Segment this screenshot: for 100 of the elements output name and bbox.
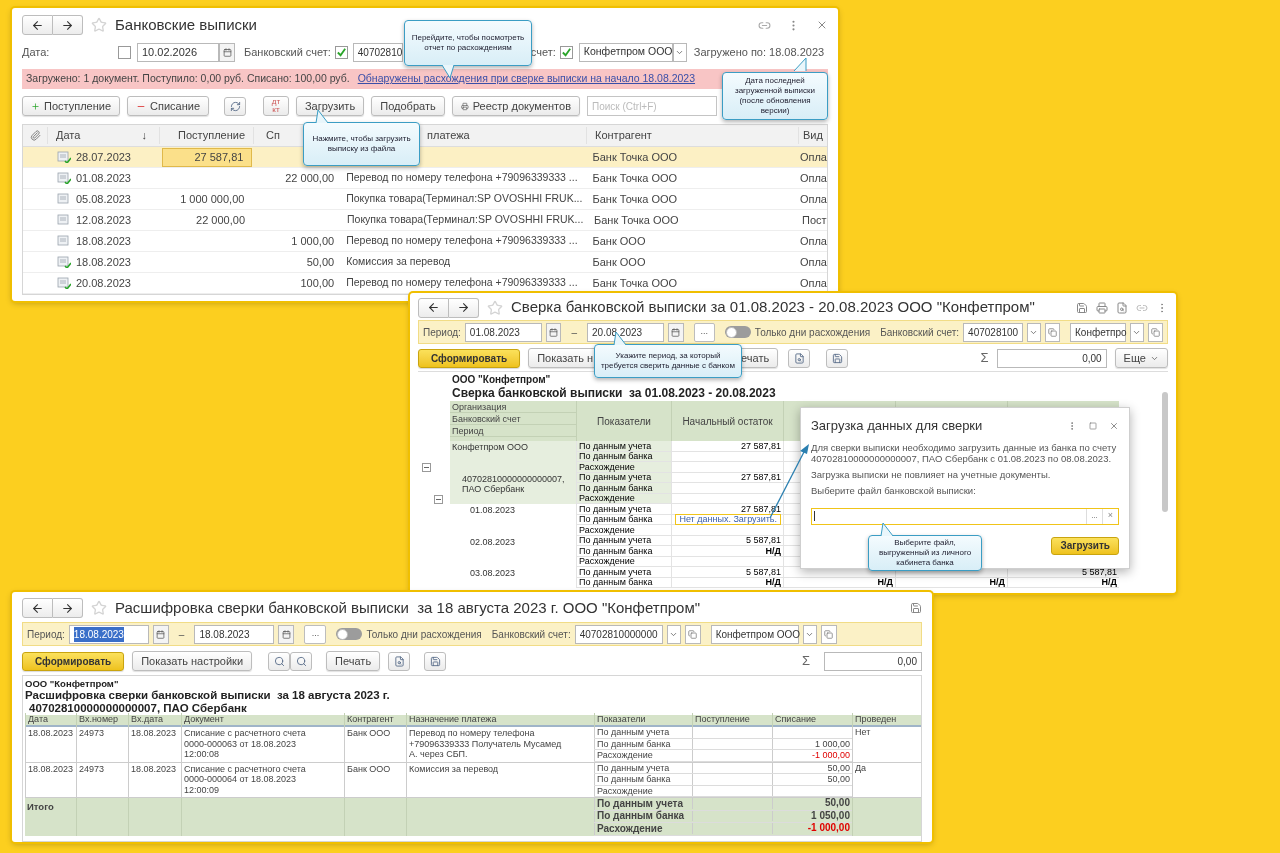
arrow-left-icon	[427, 301, 440, 314]
debit-credit-button[interactable]: дт кт	[263, 96, 289, 116]
indicator-label: По данным учета	[579, 472, 652, 483]
print-button[interactable]: Печать	[326, 651, 381, 671]
date-field[interactable]: 18.08.2023	[194, 624, 275, 644]
sort-indicator: ↓	[141, 128, 147, 144]
generate-button[interactable]: Сформировать	[418, 348, 521, 368]
close-icon[interactable]	[816, 19, 828, 31]
preview-icon[interactable]	[1116, 301, 1128, 314]
dropdown-button[interactable]	[666, 624, 681, 644]
calendar-button[interactable]	[278, 624, 295, 644]
save-icon[interactable]	[910, 602, 922, 614]
date-label: Дата:	[22, 44, 51, 60]
more-button[interactable]: ...	[304, 624, 327, 644]
load-data-link[interactable]: Нет данных. Загрузить.	[675, 513, 781, 525]
browse-button[interactable]: ...	[1086, 508, 1102, 524]
column-header: Списание	[772, 713, 852, 727]
open-button[interactable]	[1044, 322, 1061, 342]
column-header[interactable]: платежа	[427, 129, 470, 142]
file-field[interactable]: ... ×	[811, 507, 1119, 525]
forward-button[interactable]	[53, 15, 83, 35]
tree-toggle[interactable]	[434, 494, 443, 504]
date-field[interactable]: 20.08.2023	[587, 322, 665, 342]
dialog-note: Загрузка выписки не повлияет на учетные документы.	[811, 468, 1052, 480]
table-cell: Банк ООО	[592, 234, 646, 247]
organization-field[interactable]: Конфетпро	[1070, 322, 1127, 342]
sum-field[interactable]: 0,00	[996, 348, 1107, 368]
calendar-button[interactable]	[152, 624, 169, 644]
load-button[interactable]: Загрузить	[1051, 536, 1119, 555]
preview-button[interactable]	[788, 348, 811, 368]
window-title: Банковские выписки	[115, 14, 257, 35]
scrollbar[interactable]	[1162, 392, 1168, 512]
more-actions-button[interactable]: Еще	[1114, 348, 1168, 368]
account-field[interactable]: 407028100	[963, 322, 1024, 342]
open-button[interactable]	[820, 624, 837, 644]
pick-button[interactable]: Подобрать	[371, 96, 445, 116]
dropdown-button[interactable]	[1027, 322, 1041, 342]
tree-label[interactable]: 01.08.2023	[470, 505, 580, 516]
close-icon[interactable]	[1109, 420, 1119, 431]
checkbox[interactable]	[334, 45, 348, 59]
back-button[interactable]	[22, 598, 53, 618]
calendar-button[interactable]	[219, 42, 235, 62]
search-button[interactable]	[268, 651, 291, 671]
column-header[interactable]: Поступление	[159, 127, 253, 144]
column-header[interactable]: Сп	[266, 129, 280, 142]
calendar-button[interactable]	[546, 322, 562, 342]
arrow-left-icon	[31, 601, 44, 615]
tree-toggle[interactable]	[422, 463, 431, 472]
star-icon[interactable]	[487, 299, 503, 316]
search-options-button[interactable]	[290, 651, 313, 671]
toggle-switch[interactable]	[724, 326, 751, 338]
sum-field[interactable]: 0,00	[824, 651, 922, 671]
checkbox[interactable]	[118, 45, 131, 59]
more-button[interactable]: ...	[693, 322, 715, 342]
registry-button[interactable]: Реестр документов	[452, 96, 580, 116]
load-button[interactable]: Загрузить	[296, 96, 364, 116]
date-field[interactable]: 18.08.2023	[68, 624, 149, 644]
calendar-button[interactable]	[668, 322, 684, 342]
open-button[interactable]	[684, 624, 701, 644]
open-button[interactable]	[1147, 322, 1163, 342]
check-icon	[560, 46, 572, 58]
forward-button[interactable]	[449, 297, 479, 318]
writeoff-button[interactable]: Списание	[127, 96, 209, 116]
date-field[interactable]: 01.08.2023	[464, 322, 543, 342]
preview-button[interactable]	[388, 651, 411, 671]
discrepancy-link[interactable]: Обнаружены расхождения при сверке выписки на начало 18.08.2023	[357, 71, 696, 87]
back-button[interactable]	[22, 15, 53, 35]
indicator-label: По данным учета	[579, 535, 652, 546]
dropdown-button[interactable]	[802, 624, 817, 644]
column-header[interactable]: Контрагент	[586, 127, 798, 144]
save-button[interactable]	[826, 348, 849, 368]
organization-field[interactable]: Конфетпром ООО	[578, 42, 673, 62]
forward-button[interactable]	[53, 598, 83, 618]
star-icon[interactable]	[91, 17, 107, 33]
save-icon[interactable]	[1076, 301, 1088, 314]
star-icon[interactable]	[91, 600, 107, 616]
dash-text: –	[178, 627, 185, 642]
search-field[interactable]: Поиск (Ctrl+F)	[587, 96, 717, 116]
posted-document-icon	[56, 172, 71, 184]
maximize-icon[interactable]	[1089, 421, 1097, 430]
receipt-button[interactable]: Поступление	[22, 96, 120, 116]
date-field[interactable]: 10.02.2026	[137, 42, 219, 62]
printer-icon[interactable]	[1096, 301, 1108, 314]
account-field[interactable]: 40702810000000	[574, 624, 663, 644]
back-button[interactable]	[418, 297, 449, 318]
save-button[interactable]	[424, 651, 447, 671]
refresh-button[interactable]	[224, 96, 246, 116]
generate-button[interactable]: Сформировать	[22, 651, 125, 671]
tree-label[interactable]: 03.08.2023	[470, 568, 580, 579]
settings-button[interactable]: Показать настройки	[132, 651, 253, 671]
tree-label[interactable]: 02.08.2023	[470, 536, 580, 547]
column-header[interactable]: Вид	[798, 127, 827, 144]
column-header[interactable]: Дата	[56, 127, 142, 144]
clear-button[interactable]: ×	[1102, 508, 1118, 524]
checkbox[interactable]	[559, 45, 573, 59]
cell-value: 5 587,81	[745, 566, 781, 577]
account-field[interactable]: 40702810	[352, 42, 403, 62]
dropdown-button[interactable]	[1130, 322, 1144, 342]
organization-field[interactable]: Конфетпром ООО	[710, 624, 799, 644]
toggle-switch[interactable]	[336, 628, 363, 640]
